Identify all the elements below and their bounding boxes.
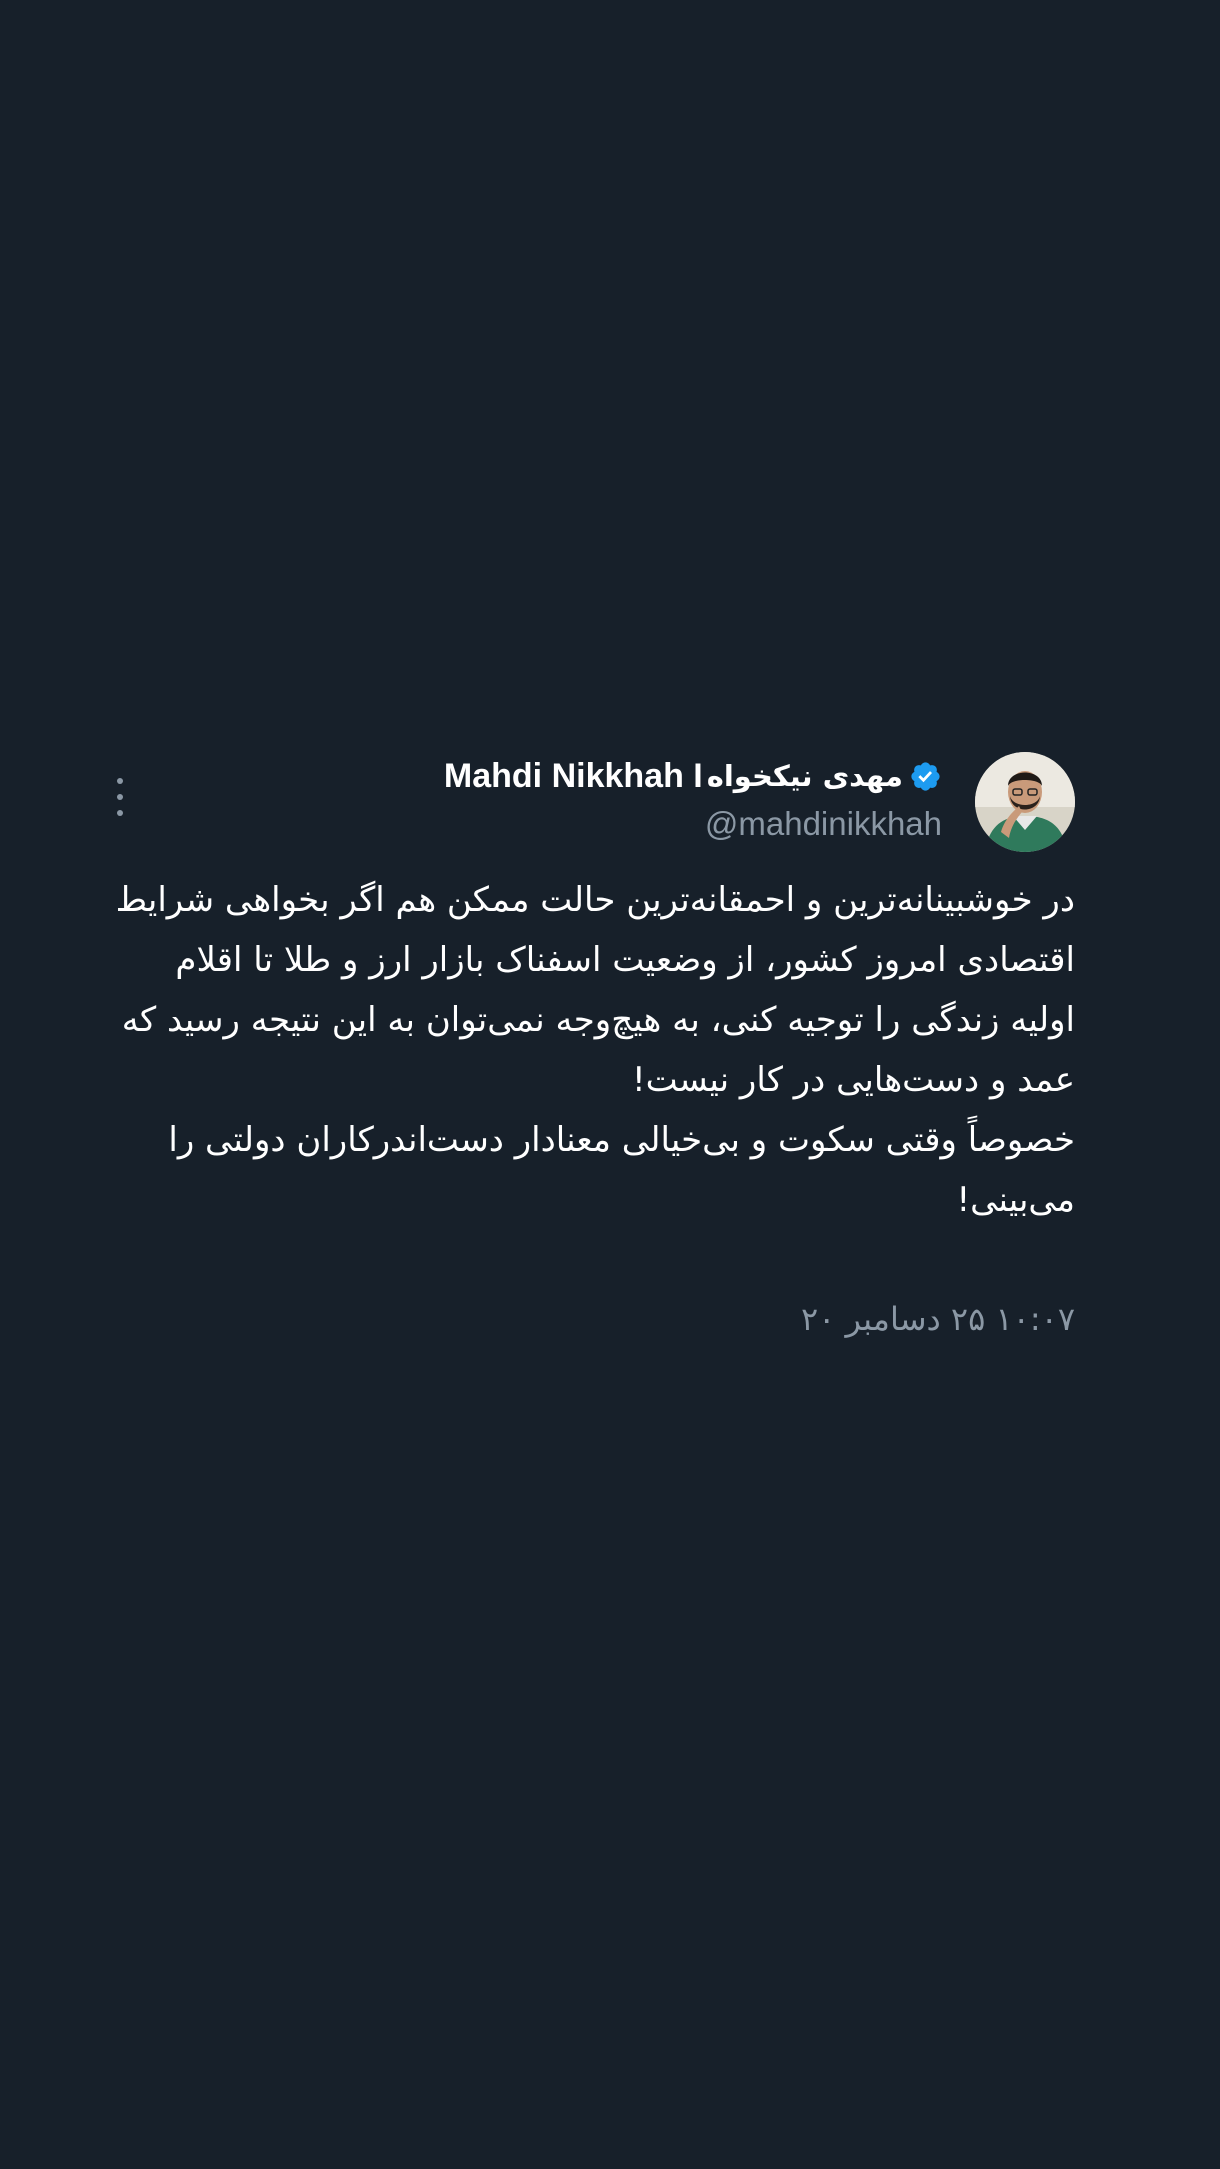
display-name[interactable]: Mahdi Nikkhah I مهدی نیکخواه xyxy=(444,750,942,802)
verified-badge-icon xyxy=(909,760,942,793)
more-dot xyxy=(117,778,123,784)
more-dot xyxy=(117,794,123,800)
avatar[interactable] xyxy=(975,752,1075,852)
display-name-persian: مهدی نیکخواه xyxy=(706,759,903,793)
user-info: Mahdi Nikkhah I مهدی نیکخواه @mahdinikkh… xyxy=(444,752,942,852)
tweet-paragraph: خصوصاً وقتی سکوت و بی‌خیالی معنادار دست‌… xyxy=(168,1120,1075,1220)
more-vertical-icon[interactable] xyxy=(108,774,132,820)
tweet-paragraph: در خوشبینانه‌ترین و احمقانه‌ترین حالت مم… xyxy=(115,880,1075,1100)
user-handle[interactable]: @mahdinikkhah xyxy=(444,802,942,846)
display-name-latin: Mahdi Nikkhah I xyxy=(443,756,703,795)
tweet-timestamp[interactable]: ۱۰:۰۷ ۲۵ دسامبر ۲۰ xyxy=(801,1300,1075,1338)
avatar-image xyxy=(975,752,1075,852)
tweet-text: در خوشبینانه‌ترین و احمقانه‌ترین حالت مم… xyxy=(110,870,1075,1230)
more-dot xyxy=(117,810,123,816)
tweet-card: Mahdi Nikkhah I مهدی نیکخواه @mahdinikkh… xyxy=(0,752,1220,1352)
